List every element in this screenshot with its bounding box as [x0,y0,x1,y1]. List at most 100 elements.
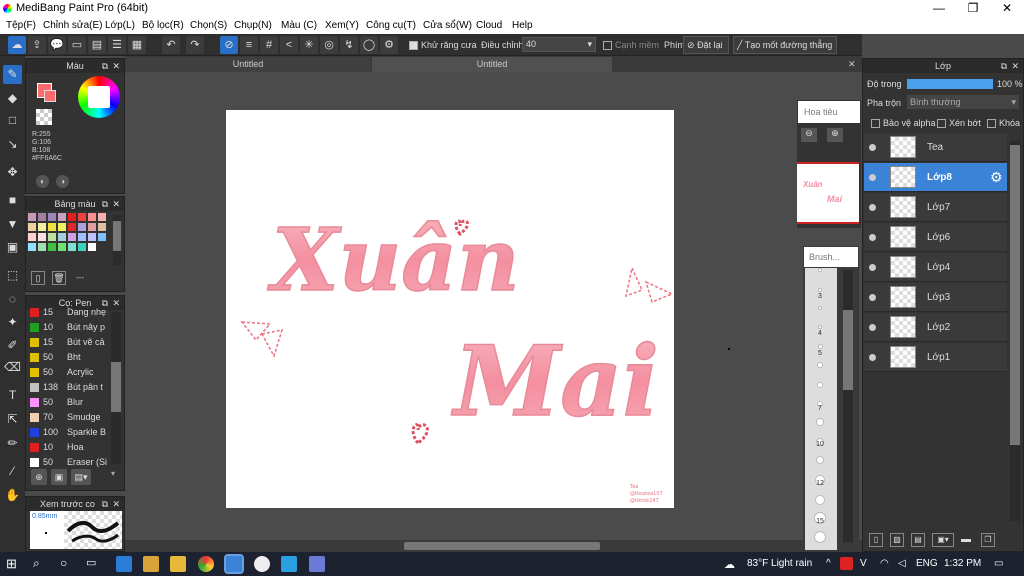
palette-swatch[interactable] [78,233,86,241]
palette-swatch[interactable] [78,243,86,251]
menu-window[interactable]: Cửa sổ(W) [423,20,472,31]
eye-icon[interactable] [869,354,876,361]
ellipse-snap-icon[interactable]: ◯ [360,36,378,54]
medibang-icon[interactable] [224,554,244,574]
brush-size-scrollbar[interactable] [843,270,853,542]
parallel-snap-icon[interactable]: ≡ [240,36,258,54]
volume-icon[interactable]: ◁ [898,558,906,569]
protect-alpha-checkbox[interactable] [871,119,880,129]
folder-icon[interactable]: ▬ [959,533,973,547]
transparent-color-swatch[interactable] [36,109,52,125]
eye-icon[interactable] [869,204,876,211]
layer-scrollbar[interactable] [1010,141,1020,521]
eraser-tool-icon[interactable]: ◆ [3,89,22,108]
trash-icon[interactable]: 🗑 [52,271,66,285]
close-icon[interactable]: ✕ [112,497,120,511]
brush-item[interactable]: 50 Acrylic [27,365,107,380]
palette-swatch[interactable] [88,233,96,241]
select-pen-tool-icon[interactable]: ✐ [3,336,22,355]
palette-swatch[interactable] [58,233,66,241]
add-brush-icon[interactable]: ⊕ [31,469,47,485]
layer-row[interactable]: Lớp2 [864,313,1007,342]
clipping-checkbox[interactable] [937,119,946,129]
brush-item[interactable]: 50 Eraser (Si [27,455,107,470]
close-icon[interactable]: ✕ [112,197,120,211]
eye-icon[interactable] [869,234,876,241]
palette-swatch[interactable] [68,243,76,251]
share-icon[interactable]: ⇪ [28,36,46,54]
menu-tools[interactable]: Công cụ(T) [366,20,416,31]
palette-swatch[interactable] [88,213,96,221]
rectangle-tool-icon[interactable]: □ [3,111,22,130]
palette-swatch[interactable] [38,223,46,231]
tray-v-icon[interactable]: V [860,558,867,569]
menu-edit[interactable]: Chỉnh sửa(E) [43,20,103,31]
brush-size-dot[interactable] [817,419,823,425]
palette-swatch[interactable] [88,243,96,251]
tray-app-icon[interactable] [840,557,853,570]
palette-swatch[interactable] [68,223,76,231]
brush-scrollbar[interactable] [111,312,121,464]
curve-snap-icon[interactable]: ↯ [340,36,358,54]
magic-wand-tool-icon[interactable]: ✦ [3,313,22,332]
hand-tool-icon[interactable]: ✋ [3,486,22,505]
lock-checkbox[interactable] [987,119,996,129]
brush-item[interactable]: 15 Dang nhẹ [27,305,107,320]
palette-swatch[interactable] [58,213,66,221]
adjust-input[interactable]: 40 ▾ [522,37,596,52]
new-palette-icon[interactable]: ▯ [31,271,45,285]
opacity-slider[interactable] [907,79,993,89]
palette-swatch[interactable] [48,223,56,231]
wifi-icon[interactable]: ◠ [880,558,889,569]
layer-row[interactable]: Lớp7 [864,193,1007,222]
antialias-checkbox[interactable] [409,41,418,51]
close-icon[interactable]: ✕ [112,59,120,73]
menu-select[interactable]: Chọn(S) [190,20,227,31]
brush-size-dot[interactable] [819,289,821,291]
popout-icon[interactable]: ⧉ [102,497,108,511]
eyedropper-small-icon[interactable]: ◑ [56,175,69,188]
eye-icon[interactable] [869,264,876,271]
palette-scrollbar[interactable] [113,215,121,265]
brush-size-dot[interactable] [818,344,822,348]
palette-swatch[interactable] [68,213,76,221]
brush-size-dot[interactable] [818,383,822,387]
maximize-icon[interactable]: ❐ [956,0,990,17]
redo-icon[interactable]: ↷ [186,36,204,54]
brush-folder-icon[interactable]: ▣ [51,469,67,485]
eyedropper-tool-icon[interactable]: ⁄ [3,462,22,481]
scrollbar-thumb[interactable] [404,542,600,550]
search-icon[interactable]: ⌕ [33,556,49,572]
edge-icon[interactable] [116,556,132,572]
menu-help[interactable]: Help [512,20,533,31]
menu-cloud[interactable]: Cloud [476,20,502,31]
horizontal-scrollbar[interactable] [125,540,862,552]
duplicate-layer-icon[interactable]: ❐ [981,533,995,547]
chevron-down-icon[interactable]: ▾ [111,469,121,485]
store-icon[interactable] [143,556,159,572]
dot-tool-icon[interactable]: ↘ [3,135,22,154]
new-halftone-layer-icon[interactable]: ▨ [890,533,904,547]
brush-item[interactable]: 50 Bht [27,350,107,365]
brush-item[interactable]: 10 Hoa [27,440,107,455]
popout-icon[interactable]: ⧉ [102,59,108,73]
settings-gear-icon[interactable]: ⚙ [380,36,398,54]
palette-swatch[interactable] [78,223,86,231]
secondary-color-swatch[interactable] [44,90,56,102]
eye-icon[interactable] [869,144,876,151]
document-icon[interactable]: ▤ [88,36,106,54]
select-rect-tool-icon[interactable]: ⬚ [3,266,22,285]
eye-icon[interactable] [869,294,876,301]
palette-swatch[interactable] [38,243,46,251]
task-view-icon[interactable]: ▭ [86,556,102,572]
palette-swatch[interactable] [38,233,46,241]
layer-settings-gear-icon[interactable]: ⚙ [990,169,1003,186]
palette-swatch[interactable] [98,223,106,231]
blend-mode-select[interactable]: Bình thường ▾ [907,95,1019,109]
menu-snap[interactable]: Chụp(N) [234,20,272,31]
palette-swatch[interactable] [38,213,46,221]
brush-item[interactable]: 50 Blur [27,395,107,410]
fill-rect-tool-icon[interactable]: ■ [3,191,22,210]
drawing-canvas[interactable]: Xuân Mai Tea @tteatea107 @tiktok247 [226,110,674,508]
layer-row[interactable]: Lớp8 ⚙ [864,163,1007,192]
